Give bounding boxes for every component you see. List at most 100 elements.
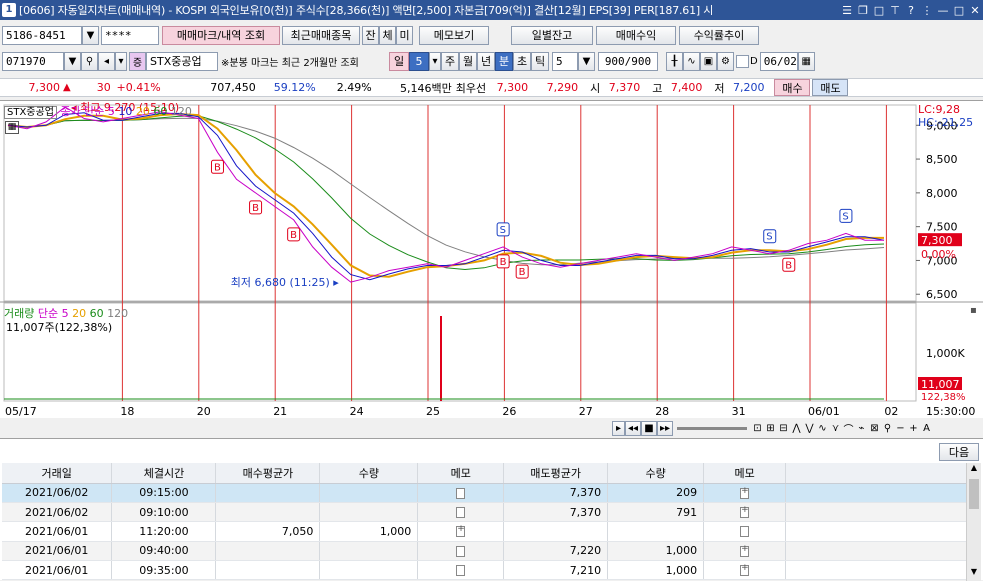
chart-tool-8-icon[interactable]: ⌒ — [842, 421, 855, 436]
balance-button[interactable]: 잔 — [362, 25, 379, 45]
col-buy-qty[interactable]: 수량 — [319, 463, 419, 484]
close-icon[interactable]: ✕ — [967, 4, 983, 17]
executed-button[interactable]: 체 — [379, 25, 396, 45]
memo-icon[interactable] — [456, 507, 466, 519]
volume-tick-label: 1,000K — [926, 347, 965, 360]
chart-tool-10-icon[interactable]: ⊠ — [868, 421, 881, 436]
account-dropdown-icon[interactable]: ▼ — [82, 25, 99, 45]
next-button[interactable]: 다음 — [939, 443, 979, 461]
period-dropdown-icon[interactable]: ▾ — [429, 51, 441, 71]
zoom-slider[interactable] — [677, 426, 747, 430]
date-input[interactable]: 06/02 — [759, 51, 798, 71]
save-icon[interactable]: ▣ — [700, 51, 717, 71]
col-buy-memo[interactable]: 메모 — [417, 463, 505, 484]
table-row[interactable]: 2021/06/02 09:15:00 7,370 209 — [2, 483, 967, 503]
interval-select[interactable]: 5 — [552, 51, 578, 71]
memo-view-button[interactable]: 메모보기 — [419, 25, 489, 45]
search-zoom-icon[interactable]: ⚲ — [881, 421, 894, 436]
daily-balance-button[interactable]: 일별잔고 — [511, 25, 593, 45]
zoom-out-icon[interactable]: − — [894, 421, 907, 436]
table-row[interactable]: 2021/06/01 09:35:00 7,210 1,000 — [2, 560, 967, 581]
table-row[interactable]: 2021/06/01 11:20:00 7,050 1,000 — [2, 521, 967, 542]
calendar-icon[interactable]: ▦ — [797, 51, 815, 71]
search-icon[interactable]: ⚲ — [81, 51, 98, 71]
date-checkbox[interactable] — [736, 54, 749, 68]
scroll-up-icon[interactable]: ▲ — [967, 463, 981, 477]
gear-icon[interactable]: ⚙ — [717, 51, 734, 71]
chart-tool-4-icon[interactable]: ⋀ — [790, 421, 803, 436]
chart-tool-7-icon[interactable]: ⋎ — [829, 421, 842, 436]
memo-icon[interactable] — [740, 526, 750, 538]
help-icon[interactable]: ? — [903, 4, 919, 17]
password-field[interactable]: **** — [101, 25, 159, 45]
minimize-icon[interactable]: — — [935, 4, 951, 17]
chart-tool-3-icon[interactable]: ⊟ — [777, 421, 790, 436]
price-volume-chart[interactable]: 05/17 18 20 21 24 25 26 27 28 31 06/01 02 15:30:009,… — [0, 101, 983, 419]
more-icon[interactable]: ⋮ — [919, 4, 935, 17]
code-dropdown-icon[interactable]: ▼ — [64, 51, 81, 71]
chart-panel[interactable]: 05/17 18 20 21 24 25 26 27 28 31 06/01 02 15:30:00 9,… — [0, 100, 983, 418]
period-second-button[interactable]: 초 — [513, 51, 531, 71]
chart-tool-icon[interactable]: ∿ — [683, 51, 700, 71]
interval-dropdown-icon[interactable]: ▼ — [578, 51, 595, 71]
scroll-first-icon[interactable]: ◂◂ — [625, 420, 641, 436]
memo-add-icon[interactable] — [740, 505, 750, 519]
period-month-button[interactable]: 월 — [459, 51, 477, 71]
chart-tool-1-icon[interactable]: ⊡ — [751, 421, 764, 436]
menu-icon[interactable]: ☰ — [839, 4, 855, 17]
candle-icon[interactable]: ╂ — [666, 51, 683, 71]
cell-buy-avg — [215, 502, 321, 523]
scroll-last-icon[interactable]: ▸▸ — [657, 420, 673, 436]
yield-trend-button[interactable]: 수익률추이 — [679, 25, 759, 45]
col-sell-qty[interactable]: 수량 — [607, 463, 705, 484]
chart-tool-5-icon[interactable]: ⋁ — [803, 421, 816, 436]
trade-mark-button[interactable]: 매매마크/내역 조회 — [162, 25, 280, 45]
speaker-dropdown-icon[interactable]: ▾ — [115, 51, 127, 71]
chart-grid-icon[interactable]: ▦ — [5, 121, 19, 134]
zoom-in-icon[interactable]: + — [907, 421, 920, 436]
stop-icon[interactable]: ■ — [641, 420, 657, 436]
account-select[interactable]: 5186-8451 — [2, 25, 82, 45]
recent-trades-button[interactable]: 최근매매종목 — [282, 25, 360, 45]
maximize-icon[interactable]: □ — [951, 4, 967, 17]
sell-button[interactable]: 매도 — [812, 79, 849, 96]
period-year-button[interactable]: 년 — [477, 51, 495, 71]
col-sell-avg[interactable]: 매도평균가 — [503, 463, 609, 484]
copy-window-icon[interactable]: ❐ — [855, 4, 871, 17]
unfilled-button[interactable]: 미 — [396, 25, 413, 45]
stock-code-input[interactable]: 071970 — [2, 51, 64, 71]
volume-ratio: 59.12% — [273, 81, 316, 94]
window-icon[interactable]: □ — [871, 4, 887, 17]
trade-profit-button[interactable]: 매매수익 — [596, 25, 676, 45]
period-tick-button[interactable]: 틱 — [531, 51, 549, 71]
buy-button[interactable]: 매수 — [774, 79, 811, 96]
period-day-button[interactable]: 일 — [389, 51, 409, 71]
table-row[interactable]: 2021/06/02 09:10:00 7,370 791 — [2, 502, 967, 523]
memo-add-icon[interactable] — [740, 563, 750, 577]
col-exec-time[interactable]: 체결시간 — [111, 463, 217, 484]
col-trade-date[interactable]: 거래일 — [2, 463, 113, 484]
chart-tool-6-icon[interactable]: ∿ — [816, 421, 829, 436]
chart-tool-9-icon[interactable]: ⌁ — [855, 421, 868, 436]
pin-icon[interactable]: ⊤ — [887, 4, 903, 17]
period-minute-button[interactable]: 분 — [495, 51, 513, 71]
font-icon[interactable]: A — [920, 421, 933, 436]
memo-add-icon[interactable] — [740, 486, 750, 499]
table-scrollbar[interactable]: ▲ ▼ — [966, 463, 981, 581]
speaker-icon[interactable]: ◂ — [98, 51, 115, 71]
memo-icon[interactable] — [456, 545, 466, 557]
scroll-down-icon[interactable]: ▼ — [967, 567, 981, 581]
memo-icon[interactable] — [456, 565, 466, 577]
scroll-thumb[interactable] — [969, 479, 979, 509]
data-count[interactable]: 900/900 — [598, 51, 658, 71]
memo-add-icon[interactable] — [740, 544, 750, 557]
scroll-right-icon[interactable]: ▸ — [612, 420, 625, 436]
col-sell-memo[interactable]: 메모 — [703, 463, 787, 484]
period-day-count[interactable]: 5 — [409, 51, 429, 71]
memo-add-icon[interactable] — [456, 524, 466, 538]
memo-icon[interactable] — [456, 487, 466, 499]
table-row[interactable]: 2021/06/01 09:40:00 7,220 1,000 — [2, 541, 967, 562]
col-buy-avg[interactable]: 매수평균가 — [215, 463, 321, 484]
chart-tool-2-icon[interactable]: ⊞ — [764, 421, 777, 436]
period-week-button[interactable]: 주 — [441, 51, 459, 71]
